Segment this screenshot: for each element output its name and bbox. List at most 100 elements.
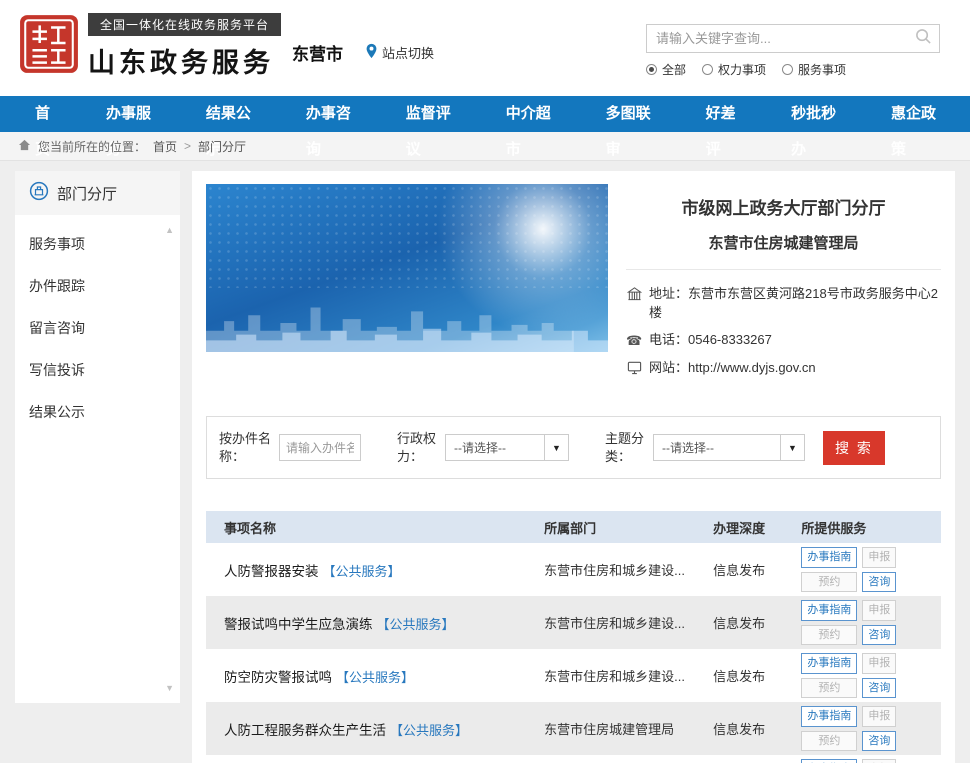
keyword-search-input[interactable] — [647, 31, 915, 46]
power-filter-label: 行政权力： — [397, 430, 445, 465]
breadcrumb-separator: > — [184, 139, 191, 153]
search-scope-radio[interactable]: 服务事项 — [782, 61, 846, 78]
radio-label: 权力事项 — [718, 61, 766, 78]
radio-icon — [646, 64, 657, 75]
table-row: 群众防空防灾救援及演练【公共服务】 东营市住房和城乡建设... 信息发布 办事指… — [206, 755, 941, 763]
skyline-graphic — [206, 294, 608, 352]
search-icon[interactable] — [915, 28, 932, 50]
radio-icon — [782, 64, 793, 75]
nav-item[interactable]: 多图联审 — [585, 96, 685, 132]
nav-item[interactable]: 好差评 — [685, 96, 770, 132]
breadcrumb-home-link[interactable]: 首页 — [153, 138, 177, 155]
item-name: 防空防灾警报试鸣 — [224, 670, 332, 685]
topic-filter-select[interactable]: --请选择-- ▼ — [653, 434, 805, 461]
nav-item[interactable]: 结果公示 — [185, 96, 285, 132]
filter-bar: 按办件名称： 行政权力： --请选择-- ▼ 主题分类： --请选择-- ▼ 搜… — [206, 416, 941, 479]
department-hall-icon — [29, 181, 49, 205]
power-filter-select[interactable]: --请选择-- ▼ — [445, 434, 569, 461]
consult-button[interactable]: 咨询 — [862, 625, 896, 646]
declare-button[interactable]: 申报 — [862, 653, 896, 674]
reserve-button[interactable]: 预约 — [801, 572, 857, 593]
header-depth: 办理深度 — [713, 518, 801, 537]
search-scope-radio[interactable]: 全部 — [646, 61, 686, 78]
public-service-tag-link[interactable]: 【公共服务】 — [377, 617, 455, 632]
search-button[interactable]: 搜 索 — [823, 431, 885, 465]
sidebar-item[interactable]: 服务事项 — [15, 223, 180, 265]
public-service-tag-link[interactable]: 【公共服务】 — [336, 670, 414, 685]
nav-item[interactable]: 秒批秒办 — [770, 96, 870, 132]
reserve-button[interactable]: 预约 — [801, 731, 857, 752]
sidebar-item[interactable]: 结果公示 — [15, 391, 180, 433]
department-name: 东营市住房城建管理局 — [626, 232, 941, 270]
topic-filter-value: --请选择-- — [662, 439, 714, 456]
table-header-row: 事项名称 所属部门 办理深度 所提供服务 — [206, 511, 941, 543]
item-department: 东营市住房和城乡建设... — [544, 613, 713, 632]
sidebar-item[interactable]: 留言咨询 — [15, 307, 180, 349]
radio-label: 全部 — [662, 61, 686, 78]
breadcrumb: 您当前所在的位置： 首页 > 部门分厅 — [0, 132, 970, 161]
guide-button[interactable]: 办事指南 — [801, 706, 857, 727]
item-name-filter-input[interactable] — [279, 434, 361, 461]
public-service-tag-link[interactable]: 【公共服务】 — [323, 564, 401, 579]
website-line: 网站：http://www.dyjs.gov.cn — [626, 359, 941, 381]
item-name: 人防工程服务群众生产生活 — [224, 723, 386, 738]
table-row: 人防工程服务群众生产生活【公共服务】 东营市住房城建管理局 信息发布 办事指南 … — [206, 702, 941, 755]
topic-filter-label: 主题分类： — [605, 430, 653, 465]
breadcrumb-label: 您当前所在的位置： — [38, 138, 146, 155]
sidebar-item[interactable]: 办件跟踪 — [15, 265, 180, 307]
sidebar-item[interactable]: 写信投诉 — [15, 349, 180, 391]
breadcrumb-current-link[interactable]: 部门分厅 — [198, 138, 246, 155]
reserve-button[interactable]: 预约 — [801, 625, 857, 646]
building-icon — [626, 286, 642, 307]
home-icon — [18, 139, 31, 154]
consult-button[interactable]: 咨询 — [862, 572, 896, 593]
table-row: 防空防灾警报试鸣【公共服务】 东营市住房和城乡建设... 信息发布 办事指南 申… — [206, 649, 941, 702]
declare-button[interactable]: 申报 — [862, 759, 896, 763]
site-switch-button[interactable]: 站点切换 — [365, 43, 434, 62]
chevron-down-icon: ▼ — [544, 435, 568, 460]
page-header: 全国一体化在线政务服务平台 山东政务服务 东营市 站点切换 全部权力事项服务事项 — [0, 0, 970, 96]
guide-button[interactable]: 办事指南 — [801, 547, 857, 568]
search-scope-radios: 全部 权力事项服务事项 — [646, 61, 940, 78]
nav-item[interactable]: 中介超市 — [485, 96, 585, 132]
monitor-icon — [626, 360, 642, 381]
hall-title: 市级网上政务大厅部门分厅 — [626, 194, 941, 219]
scroll-down-icon[interactable]: ▼ — [165, 683, 174, 693]
reserve-button[interactable]: 预约 — [801, 678, 857, 699]
main-nav: 首页办事服务结果公示办事咨询监督评议中介超市多图联审好差评秒批秒办惠企政策 — [0, 96, 970, 132]
phone-line: ☎ 电话：0546-8333267 — [626, 331, 941, 351]
declare-button[interactable]: 申报 — [862, 547, 896, 568]
nav-item[interactable]: 监督评议 — [385, 96, 485, 132]
search-scope-radio[interactable]: 权力事项 — [702, 61, 766, 78]
declare-button[interactable]: 申报 — [862, 600, 896, 621]
nav-item[interactable]: 办事咨询 — [285, 96, 385, 132]
items-table: 事项名称 所属部门 办理深度 所提供服务 人防警报器安装【公共服务】 东营市住房… — [206, 511, 941, 763]
guide-button[interactable]: 办事指南 — [801, 653, 857, 674]
table-row: 警报试鸣中学生应急演练【公共服务】 东营市住房和城乡建设... 信息发布 办事指… — [206, 596, 941, 649]
header-department: 所属部门 — [544, 518, 713, 537]
phone-label: 电话： — [649, 332, 688, 347]
consult-button[interactable]: 咨询 — [862, 678, 896, 699]
nav-item[interactable]: 惠企政策 — [870, 96, 970, 132]
item-name: 人防警报器安装 — [224, 564, 319, 579]
sidebar: 部门分厅 ▲ 服务事项办件跟踪留言咨询写信投诉结果公示 ▼ — [15, 171, 180, 703]
site-title: 山东政务服务 — [88, 41, 281, 80]
item-department: 东营市住房城建管理局 — [544, 719, 713, 738]
power-filter-value: --请选择-- — [454, 439, 506, 456]
address-label: 地址： — [649, 286, 688, 301]
declare-button[interactable]: 申报 — [862, 706, 896, 727]
consult-button[interactable]: 咨询 — [862, 731, 896, 752]
department-banner-image — [206, 184, 608, 352]
shandong-seal-icon — [18, 13, 80, 75]
website-value[interactable]: http://www.dyjs.gov.cn — [688, 360, 816, 375]
scroll-up-icon[interactable]: ▲ — [165, 225, 174, 235]
guide-button[interactable]: 办事指南 — [801, 759, 857, 763]
guide-button[interactable]: 办事指南 — [801, 600, 857, 621]
header-item-name: 事项名称 — [206, 518, 544, 537]
item-depth: 信息发布 — [713, 613, 801, 632]
item-depth: 信息发布 — [713, 719, 801, 738]
public-service-tag-link[interactable]: 【公共服务】 — [390, 723, 468, 738]
nav-item[interactable]: 办事服务 — [85, 96, 185, 132]
website-label: 网站： — [649, 360, 688, 375]
nav-item[interactable]: 首页 — [14, 96, 85, 132]
